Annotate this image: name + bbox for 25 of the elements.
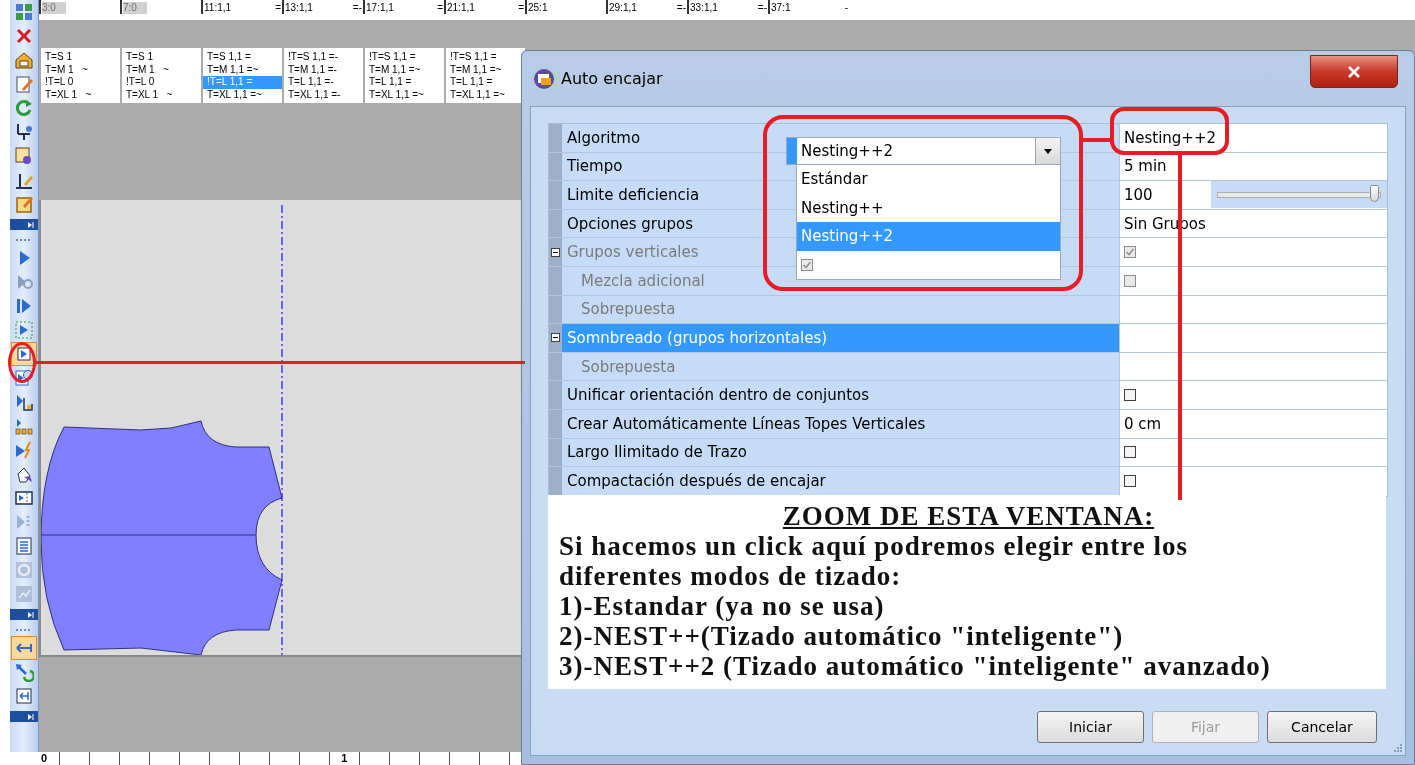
ruler-mark: =- <box>757 2 767 14</box>
ruler-mark: - <box>844 2 848 14</box>
ruler-mark: = <box>437 2 443 14</box>
ruler-label: 1 <box>339 752 350 765</box>
ruler-label: 3:0 <box>42 2 66 14</box>
ruler-mark: =- <box>352 2 362 14</box>
ruler-label: 25:1 <box>528 2 548 14</box>
annotation-item: 3)-NEST++2 (Tizado automático "inteligente" avanzado) <box>559 651 1272 681</box>
ruler-label: 21:1,1 <box>447 2 475 14</box>
ruler-mark: = <box>518 2 524 14</box>
ruler-label: 33:1,1 <box>690 2 718 14</box>
ruler-label: 7:0 <box>123 2 147 14</box>
ruler-label: 11:1,1 <box>204 2 232 14</box>
window-title: Auto encajar <box>561 69 663 88</box>
annotation-title: ZOOM DE ESTA VENTANA: <box>781 501 1156 531</box>
ruler-mark: = <box>275 2 281 14</box>
ruler-label: 29:1,1 <box>609 2 637 14</box>
annotation-text: Si hacemos un click aquí podremos elegir entre los diferentes modos de tizado: <box>559 531 1189 591</box>
ruler-label: 0 <box>39 752 50 765</box>
ruler-label: 13:1,1 <box>285 2 313 14</box>
annotation-item: 2)-NEST++(Tizado automático "inteligente") <box>559 621 1125 651</box>
annotation-item: 1)-Estandar (ya no se usa) <box>559 591 886 621</box>
ruler-label: 37:1 <box>771 2 791 14</box>
ruler-mark: =- <box>676 2 686 14</box>
ruler-label: 17:1,1 <box>366 2 394 14</box>
